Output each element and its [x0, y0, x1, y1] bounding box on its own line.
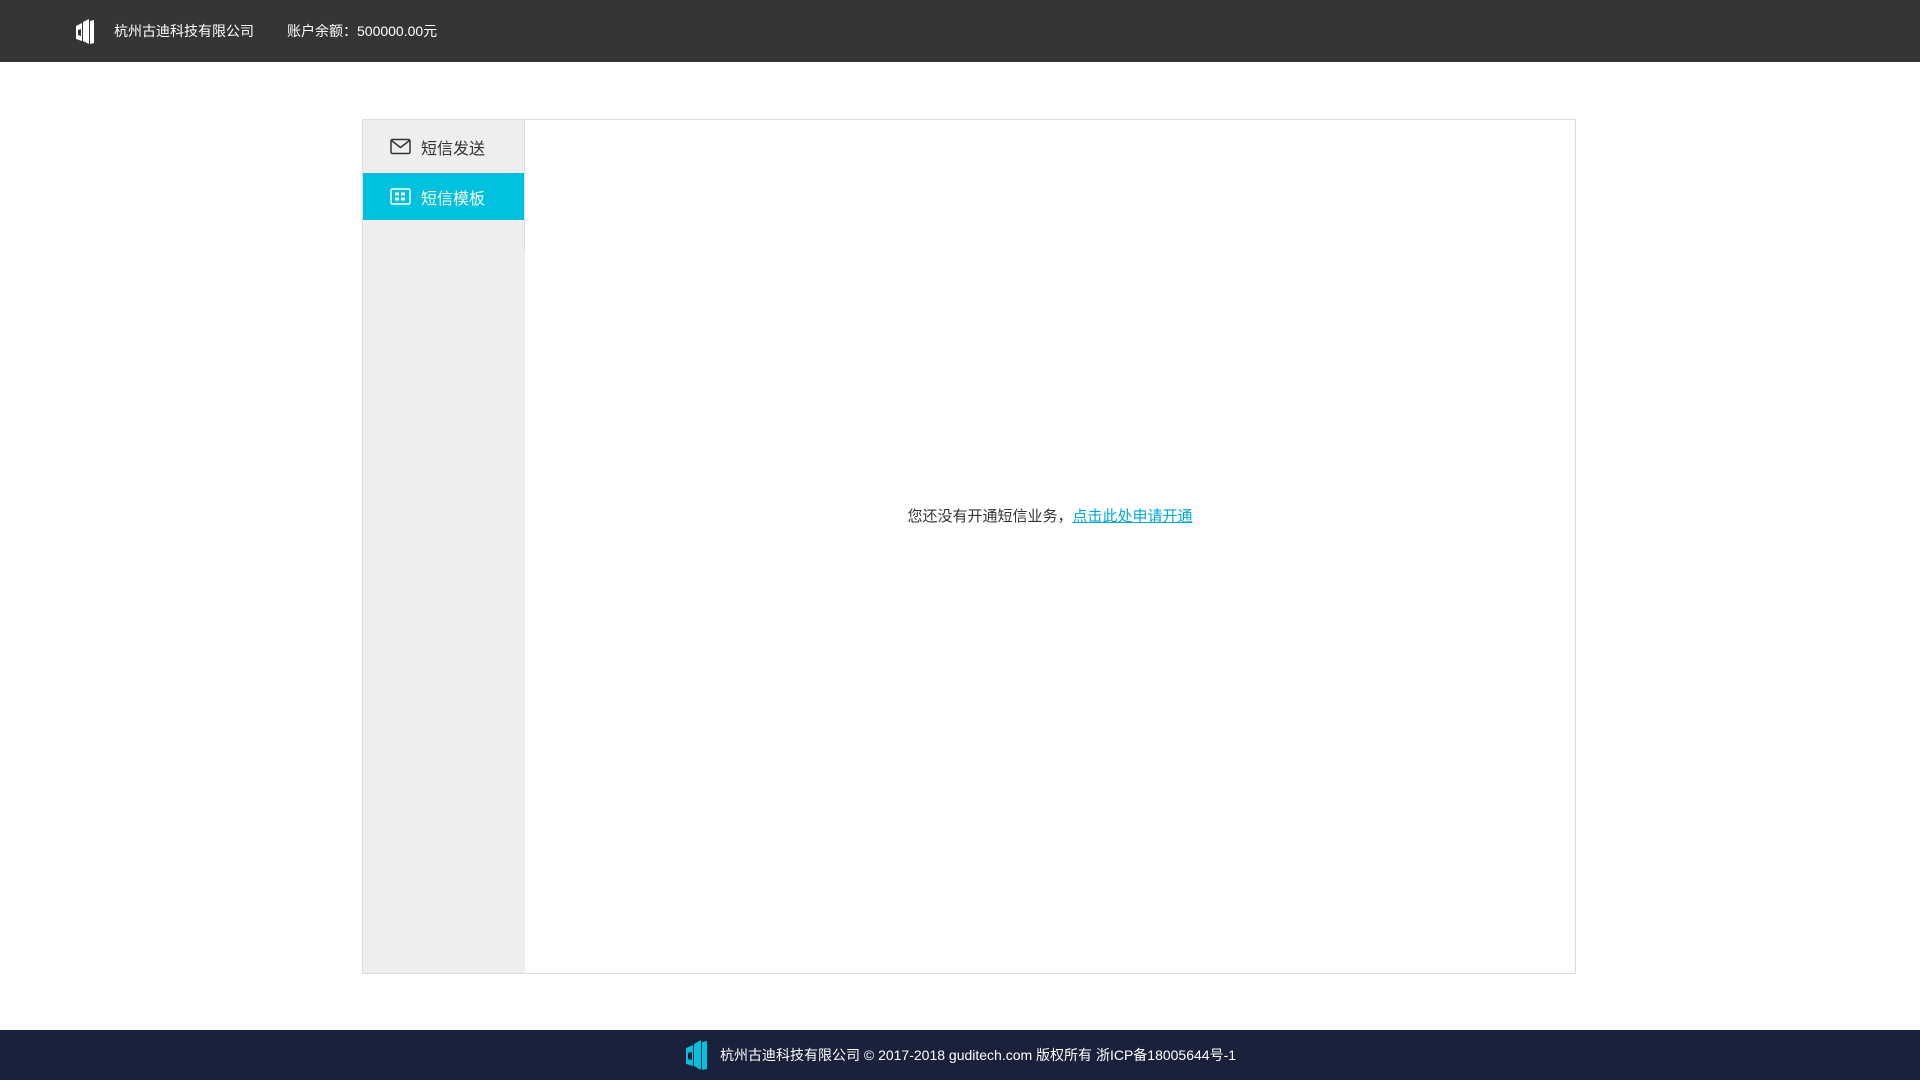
footer-copyright: 杭州古迪科技有限公司 © 2017-2018 guditech.com 版权所有… — [719, 1047, 1237, 1063]
template-grid-icon — [390, 188, 411, 205]
sidebar-item-label: 短信模板 — [421, 190, 486, 208]
sidebar-item-sms-template[interactable]: 短信模板 — [363, 173, 525, 220]
notice-text: 您还没有开通短信业务， — [907, 508, 1073, 525]
sidebar-item-label: 短信发送 — [421, 140, 486, 158]
company-name: 杭州古迪科技有限公司 — [114, 23, 254, 39]
main-panel: 短信发送 短信模板 您还没有开通短信业务，点击此处申请开通 — [362, 119, 1576, 974]
content-area: 您还没有开通短信业务，点击此处申请开通 — [525, 120, 1575, 973]
sidebar: 短信发送 短信模板 — [363, 120, 525, 973]
gudi-logo-icon — [685, 1040, 707, 1070]
top-bar: 杭州古迪科技有限公司 账户余额：500000.00元 — [0, 0, 1920, 62]
sidebar-item-sms-send[interactable]: 短信发送 — [363, 120, 525, 173]
envelope-icon — [390, 138, 411, 155]
gudi-logo-icon[interactable] — [73, 18, 95, 45]
service-notice: 您还没有开通短信业务，点击此处申请开通 — [525, 505, 1575, 526]
footer: 杭州古迪科技有限公司 © 2017-2018 guditech.com 版权所有… — [0, 1030, 1920, 1080]
account-balance: 账户余额：500000.00元 — [287, 23, 438, 39]
apply-link[interactable]: 点击此处申请开通 — [1073, 508, 1193, 525]
